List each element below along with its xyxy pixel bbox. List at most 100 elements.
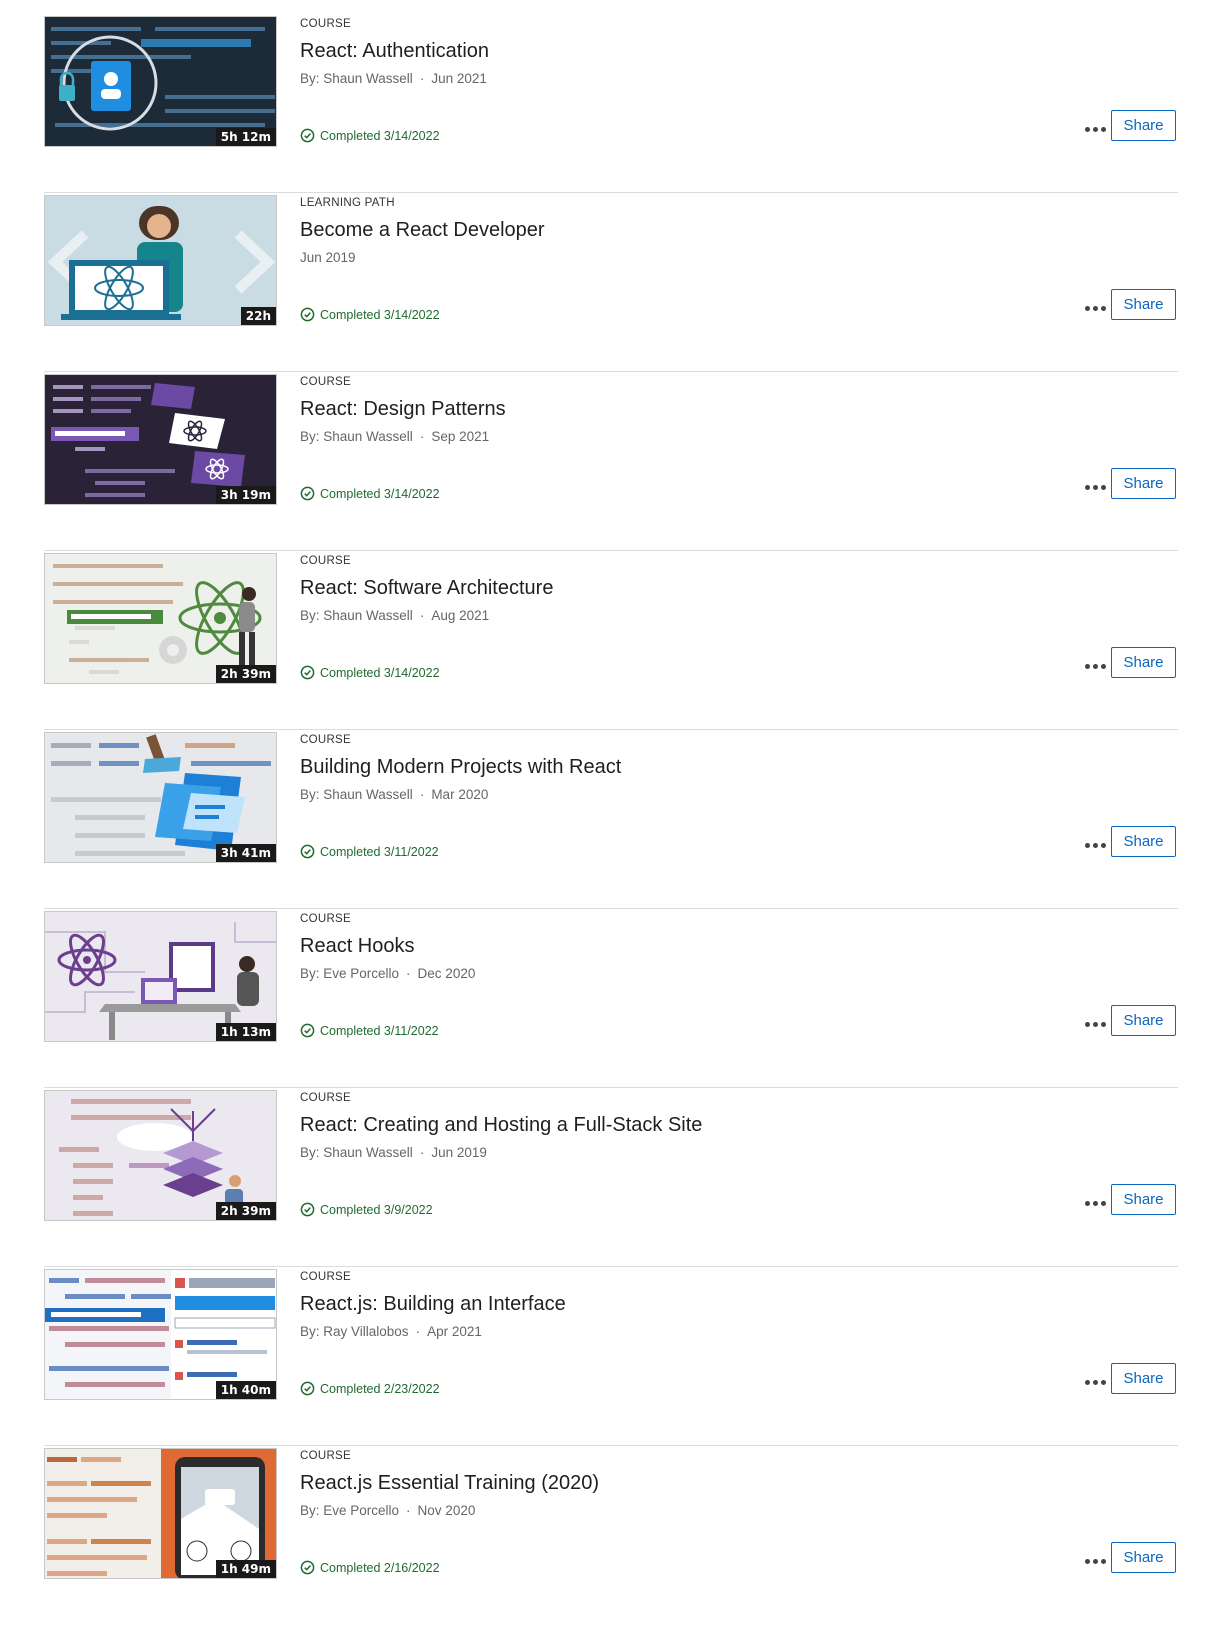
share-button[interactable]: Share — [1111, 289, 1176, 320]
course-thumbnail[interactable]: 22h — [44, 195, 277, 326]
release-date: Apr 2021 — [427, 1324, 482, 1339]
completion-status: Completed 3/11/2022 — [300, 844, 439, 859]
share-button[interactable]: Share — [1111, 1363, 1176, 1394]
separator-dot: · — [419, 71, 425, 86]
course-title-link[interactable]: Become a React Developer — [300, 219, 545, 242]
duration-badge: 2h 39m — [215, 1202, 276, 1220]
share-button[interactable]: Share — [1111, 826, 1176, 857]
list-item: 2h 39m COURSE React: Creating and Hostin… — [44, 1088, 1178, 1267]
course-meta: By: Shaun Wassell · Jun 2021 — [300, 71, 487, 86]
more-options-icon[interactable] — [1080, 476, 1110, 498]
course-title-link[interactable]: Building Modern Projects with React — [300, 756, 621, 779]
check-circle-icon — [300, 1381, 315, 1396]
duration-badge: 1h 49m — [215, 1560, 276, 1578]
list-item: 3h 19m COURSE React: Design Patterns By:… — [44, 372, 1178, 551]
course-title-link[interactable]: React: Authentication — [300, 40, 489, 63]
more-options-icon[interactable] — [1080, 1371, 1110, 1393]
more-options-icon[interactable] — [1080, 1550, 1110, 1572]
course-title-link[interactable]: React.js: Building an Interface — [300, 1293, 566, 1316]
course-thumbnail[interactable]: 5h 12m — [44, 16, 277, 147]
share-button[interactable]: Share — [1111, 1542, 1176, 1573]
content-type: COURSE — [300, 913, 352, 925]
list-item: 1h 13m COURSE React Hooks By: Eve Porcel… — [44, 909, 1178, 1088]
check-circle-icon — [300, 1560, 315, 1575]
course-thumbnail[interactable]: 3h 41m — [44, 732, 277, 863]
course-thumbnail[interactable]: 1h 40m — [44, 1269, 277, 1400]
release-date: Nov 2020 — [417, 1503, 476, 1518]
author: By: Eve Porcello — [300, 966, 400, 981]
completion-status: Completed 3/9/2022 — [300, 1202, 433, 1217]
course-meta: By: Ray Villalobos · Apr 2021 — [300, 1324, 482, 1339]
author: By: Shaun Wassell — [300, 1145, 413, 1160]
completed-date: Completed 3/14/2022 — [320, 665, 440, 680]
check-circle-icon — [300, 1202, 315, 1217]
list-item: 1h 49m COURSE React.js Essential Trainin… — [44, 1446, 1178, 1625]
list-item: 22h LEARNING PATH Become a React Develop… — [44, 193, 1178, 372]
completed-date: Completed 3/14/2022 — [320, 307, 440, 322]
list-item: 1h 40m COURSE React.js: Building an Inte… — [44, 1267, 1178, 1446]
list-item: 5h 12m COURSE React: Authentication By: … — [44, 14, 1178, 193]
course-title-link[interactable]: React Hooks — [300, 935, 415, 958]
course-meta: By: Shaun Wassell · Jun 2019 — [300, 1145, 487, 1160]
separator-dot: · — [419, 1145, 425, 1160]
course-thumbnail[interactable]: 2h 39m — [44, 1090, 277, 1221]
course-title-link[interactable]: React: Creating and Hosting a Full-Stack… — [300, 1114, 702, 1137]
release-date: Aug 2021 — [431, 608, 490, 623]
check-circle-icon — [300, 1023, 315, 1038]
course-meta: By: Shaun Wassell · Sep 2021 — [300, 429, 489, 444]
more-options-icon[interactable] — [1080, 834, 1110, 856]
share-button[interactable]: Share — [1111, 1184, 1176, 1215]
separator-dot: · — [419, 787, 425, 802]
completed-date: Completed 3/11/2022 — [320, 844, 439, 859]
separator-dot: · — [415, 1324, 421, 1339]
course-meta: By: Eve Porcello · Dec 2020 — [300, 966, 475, 981]
check-circle-icon — [300, 844, 315, 859]
content-type: COURSE — [300, 1450, 352, 1462]
duration-badge: 3h 41m — [215, 844, 276, 862]
share-button[interactable]: Share — [1111, 647, 1176, 678]
course-title-link[interactable]: React.js Essential Training (2020) — [300, 1472, 599, 1495]
author: By: Ray Villalobos — [300, 1324, 409, 1339]
list-item: 3h 41m COURSE Building Modern Projects w… — [44, 730, 1178, 909]
course-history-list: 5h 12m COURSE React: Authentication By: … — [44, 14, 1178, 1625]
completed-date: Completed 3/11/2022 — [320, 1023, 439, 1038]
course-title-link[interactable]: React: Design Patterns — [300, 398, 506, 421]
more-options-icon[interactable] — [1080, 655, 1110, 677]
author: By: Shaun Wassell — [300, 71, 413, 86]
completion-status: Completed 2/23/2022 — [300, 1381, 440, 1396]
content-type: COURSE — [300, 1092, 352, 1104]
course-thumbnail[interactable]: 3h 19m — [44, 374, 277, 505]
completed-date: Completed 2/23/2022 — [320, 1381, 440, 1396]
more-options-icon[interactable] — [1080, 1013, 1110, 1035]
content-type: LEARNING PATH — [300, 197, 395, 209]
course-meta: By: Shaun Wassell · Mar 2020 — [300, 787, 488, 802]
course-thumbnail[interactable]: 1h 49m — [44, 1448, 277, 1579]
completion-status: Completed 3/11/2022 — [300, 1023, 439, 1038]
duration-badge: 5h 12m — [215, 128, 276, 146]
list-item: 2h 39m COURSE React: Software Architectu… — [44, 551, 1178, 730]
duration-badge: 1h 13m — [215, 1023, 276, 1041]
release-date: Jun 2021 — [431, 71, 487, 86]
share-button[interactable]: Share — [1111, 468, 1176, 499]
course-meta: By: Shaun Wassell · Aug 2021 — [300, 608, 489, 623]
more-options-icon[interactable] — [1080, 297, 1110, 319]
share-button[interactable]: Share — [1111, 1005, 1176, 1036]
completion-status: Completed 3/14/2022 — [300, 486, 440, 501]
content-type: COURSE — [300, 734, 352, 746]
completed-date: Completed 3/14/2022 — [320, 486, 440, 501]
separator-dot: · — [419, 608, 425, 623]
completed-date: Completed 3/14/2022 — [320, 128, 440, 143]
completion-status: Completed 3/14/2022 — [300, 128, 440, 143]
check-circle-icon — [300, 665, 315, 680]
share-button[interactable]: Share — [1111, 110, 1176, 141]
check-circle-icon — [300, 128, 315, 143]
course-thumbnail[interactable]: 2h 39m — [44, 553, 277, 684]
course-title-link[interactable]: React: Software Architecture — [300, 577, 553, 600]
author: By: Shaun Wassell — [300, 787, 413, 802]
separator-dot: · — [419, 429, 425, 444]
course-thumbnail[interactable]: 1h 13m — [44, 911, 277, 1042]
release-date: Jun 2019 — [431, 1145, 487, 1160]
duration-badge: 1h 40m — [215, 1381, 276, 1399]
more-options-icon[interactable] — [1080, 118, 1110, 140]
more-options-icon[interactable] — [1080, 1192, 1110, 1214]
